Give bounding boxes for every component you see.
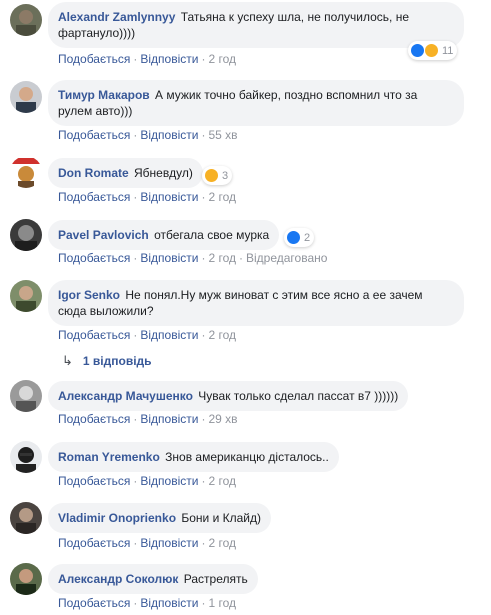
reply-arrow-icon: ↳	[62, 353, 73, 368]
reactions-badge[interactable]: 11	[408, 41, 458, 60]
reactions-badge[interactable]: 2	[284, 228, 315, 247]
comment-bubble: Don Romate Ябневдул)	[48, 158, 203, 188]
comment-text: Растрелять	[183, 572, 248, 586]
haha-icon	[424, 43, 439, 58]
comment-bubble: Igor Senko Не понял.Ну муж виноват с эти…	[48, 280, 464, 326]
comment-actions: Подобається · Відповісти · 2 год	[58, 190, 236, 204]
reaction-count: 3	[222, 169, 229, 182]
reply-link[interactable]: Відповісти	[140, 128, 198, 142]
comment-bubble: Roman Yremenko Знов американцю дісталось…	[48, 442, 339, 472]
comment-bubble: Александр Соколюк Растрелять	[48, 564, 258, 594]
comment-author[interactable]: Vladimir Onoprienko	[58, 511, 176, 525]
reply-link[interactable]: Відповісти	[140, 412, 198, 426]
comment-text: Знов американцю дісталось..	[165, 450, 329, 464]
comment-author[interactable]: Alexandr Zamlynnyy	[58, 10, 175, 24]
comment-bubble: Alexandr Zamlynnyy Татьяна к успеху шла,…	[48, 2, 464, 48]
avatar[interactable]	[10, 156, 42, 188]
reaction-count: 11	[442, 44, 454, 57]
comment-bubble: Тимур Макаров А мужик точно байкер, позд…	[48, 80, 464, 126]
reactions-badge[interactable]: 3	[202, 166, 233, 185]
timestamp[interactable]: 29 хв	[208, 412, 237, 426]
timestamp[interactable]: 55 хв	[208, 128, 237, 142]
timestamp[interactable]: 1 год	[208, 596, 236, 610]
comment-author[interactable]: Roman Yremenko	[58, 450, 160, 464]
reply-link[interactable]: Відповісти	[140, 52, 198, 66]
comment-author[interactable]: Александр Мачушенко	[58, 389, 193, 403]
comment-actions: Подобається · Відповісти · 2 год	[58, 52, 236, 66]
reply-link[interactable]: Відповісти	[140, 536, 198, 550]
avatar[interactable]	[10, 280, 42, 312]
timestamp[interactable]: 2 год	[208, 536, 236, 550]
like-icon	[410, 43, 425, 58]
reply-link[interactable]: Відповісти	[140, 596, 198, 610]
reply-link[interactable]: Відповісти	[140, 251, 198, 265]
timestamp[interactable]: 2 год	[208, 190, 236, 204]
comment-bubble: Pavel Pavlovich отбегала свое мурка	[48, 220, 280, 250]
like-icon	[286, 230, 301, 245]
avatar[interactable]	[10, 4, 42, 36]
avatar[interactable]	[10, 81, 42, 113]
comment-text: Чувак только сделал пассат в7 ))))))	[198, 389, 399, 403]
reaction-count: 2	[304, 231, 311, 244]
avatar[interactable]	[10, 380, 42, 412]
timestamp[interactable]: 2 год	[208, 251, 236, 265]
replies-count[interactable]: 1 відповідь	[83, 354, 152, 368]
comment-actions: Подобається · Відповісти · 55 хв	[58, 128, 238, 142]
edited-label[interactable]: Відредаговано	[246, 251, 327, 265]
comment-author[interactable]: Pavel Pavlovich	[58, 228, 149, 242]
comment-bubble: Vladimir Onoprienko Бони и Клайд)	[48, 503, 271, 533]
avatar[interactable]	[10, 219, 42, 251]
comment-actions: Подобається · Відповісти · 2 год	[58, 536, 236, 550]
comment-author[interactable]: Тимур Макаров	[58, 88, 150, 102]
comment-actions: Подобається · Відповісти · 29 хв	[58, 412, 238, 426]
comment-text: отбегала свое мурка	[154, 228, 270, 242]
reply-link[interactable]: Відповісти	[140, 474, 198, 488]
avatar[interactable]	[10, 563, 42, 595]
comment-text: Ябневдул)	[134, 166, 193, 180]
view-replies-link[interactable]: ↳ 1 відповідь	[62, 353, 152, 369]
timestamp[interactable]: 2 год	[208, 52, 236, 66]
like-link[interactable]: Подобається	[58, 328, 130, 342]
comment-actions: Подобається · Відповісти · 1 год	[58, 596, 236, 610]
like-link[interactable]: Подобається	[58, 251, 130, 265]
timestamp[interactable]: 2 год	[208, 328, 236, 342]
comment-bubble: Александр Мачушенко Чувак только сделал …	[48, 381, 409, 411]
comment-actions: Подобається · Відповісти · 2 год	[58, 474, 236, 488]
comment-author[interactable]: Igor Senko	[58, 288, 120, 302]
timestamp[interactable]: 2 год	[208, 474, 236, 488]
haha-icon	[204, 168, 219, 183]
like-link[interactable]: Подобається	[58, 52, 130, 66]
comment-author[interactable]: Александр Соколюк	[58, 572, 178, 586]
avatar[interactable]	[10, 441, 42, 473]
avatar[interactable]	[10, 502, 42, 534]
comment-actions: Подобається · Відповісти · 2 год	[58, 328, 236, 342]
like-link[interactable]: Подобається	[58, 128, 130, 142]
like-link[interactable]: Подобається	[58, 474, 130, 488]
comment-text: Бони и Клайд)	[181, 511, 261, 525]
like-link[interactable]: Подобається	[58, 596, 130, 610]
reply-link[interactable]: Відповісти	[140, 190, 198, 204]
like-link[interactable]: Подобається	[58, 536, 130, 550]
comment-author[interactable]: Don Romate	[58, 166, 129, 180]
comment-actions: Подобається · Відповісти · 2 год · Відредагова…	[58, 251, 328, 265]
reply-link[interactable]: Відповісти	[140, 328, 198, 342]
like-link[interactable]: Подобається	[58, 190, 130, 204]
like-link[interactable]: Подобається	[58, 412, 130, 426]
